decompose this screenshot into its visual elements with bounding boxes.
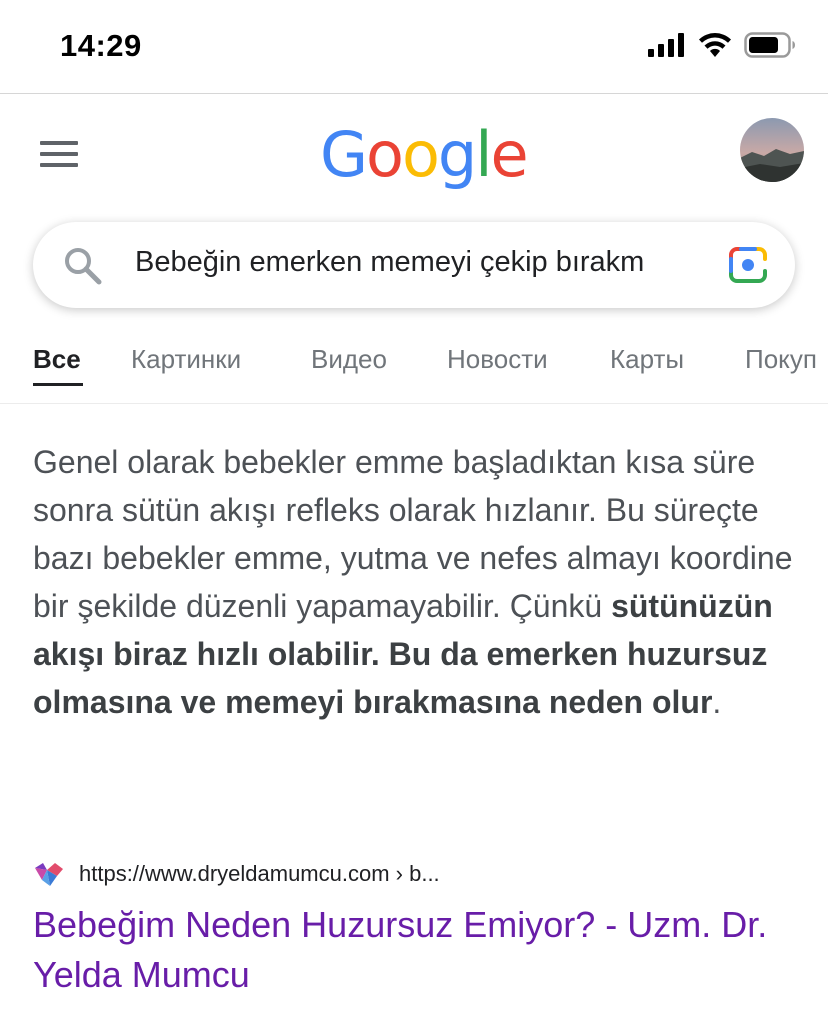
logo-letter-o1: o	[366, 118, 404, 191]
google-lens-icon[interactable]	[727, 245, 769, 285]
result-title-link[interactable]: Bebeğim Neden Huzursuz Emiyor? - Uzm. Dr…	[33, 900, 803, 1000]
tab-images[interactable]: Картинки	[131, 344, 241, 375]
profile-avatar[interactable]	[740, 118, 804, 182]
result-source[interactable]: https://www.dryeldamumcu.com › b...	[33, 860, 440, 888]
cellular-signal-icon	[648, 33, 684, 57]
wifi-icon	[699, 33, 731, 57]
logo-letter-g2: g	[437, 118, 477, 191]
search-tabs: Все Картинки Видео Новости Карты Покуп	[0, 334, 828, 404]
active-tab-indicator	[33, 383, 83, 386]
hamburger-menu-icon[interactable]	[40, 140, 80, 170]
logo-letter-l: l	[475, 118, 492, 191]
status-bar: 14:29	[0, 0, 828, 94]
result-url[interactable]: https://www.dryeldamumcu.com › b...	[79, 861, 440, 887]
tab-maps[interactable]: Карты	[610, 344, 684, 375]
search-box[interactable]: Bebeğin emerken memeyi çekip bırakm	[33, 222, 795, 308]
search-icon[interactable]	[63, 246, 103, 286]
status-time: 14:29	[60, 28, 142, 63]
status-icons	[648, 32, 796, 58]
tab-news[interactable]: Новости	[447, 344, 548, 375]
logo-letter-g: G	[320, 118, 368, 191]
logo-letter-e: e	[490, 118, 529, 191]
avatar-image	[740, 118, 804, 182]
tab-shopping[interactable]: Покуп	[745, 344, 817, 375]
tab-all[interactable]: Все	[33, 344, 81, 375]
google-logo[interactable]: Google	[320, 118, 529, 191]
featured-snippet: Genel olarak bebekler emme başladıktan k…	[33, 438, 803, 726]
snippet-end: .	[712, 684, 722, 720]
battery-icon	[744, 32, 795, 58]
tab-videos[interactable]: Видео	[311, 344, 387, 375]
site-favicon-icon	[35, 863, 63, 886]
logo-letter-o2: o	[401, 118, 440, 191]
search-input[interactable]: Bebeğin emerken memeyi çekip bırakm	[135, 246, 715, 279]
